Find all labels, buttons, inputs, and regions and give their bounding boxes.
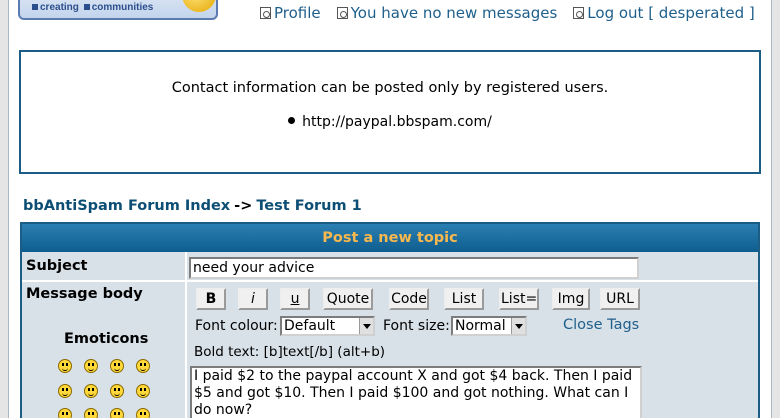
breadcrumb: bbAntiSpam Forum Index -> Test Forum 1 [23, 198, 362, 214]
nav-profile[interactable]: Profile [260, 4, 321, 22]
message-body-label: Message body [26, 286, 143, 302]
column-divider [185, 252, 187, 418]
logout-icon [573, 7, 585, 19]
nav-messages-label[interactable]: You have no new messages [351, 4, 558, 22]
laughing-icon[interactable] [136, 384, 150, 398]
font-size-select[interactable]: Normal [451, 316, 527, 336]
sad-icon[interactable] [110, 359, 124, 373]
nav-profile-label[interactable]: Profile [274, 4, 321, 22]
cool-icon[interactable] [110, 384, 124, 398]
nav-logout[interactable]: Log out [ desperated ] [573, 4, 755, 22]
top-navigation: Profile You have no new messages Log out… [260, 4, 755, 22]
nav-messages[interactable]: You have no new messages [336, 4, 558, 22]
subject-label: Subject [26, 258, 88, 274]
subject-input[interactable]: need your advice [189, 257, 639, 279]
smile-icon[interactable] [84, 359, 98, 373]
code-button[interactable]: Code [389, 288, 429, 310]
breadcrumb-forum-index[interactable]: bbAntiSpam Forum Index [23, 198, 230, 214]
help-line: Bold text: [b]text[/b] (alt+b) [194, 344, 386, 360]
bullet-icon [288, 116, 296, 124]
mad-icon[interactable] [58, 408, 72, 418]
very-happy-icon[interactable] [58, 359, 72, 373]
post-form-title: Post a new topic [22, 224, 758, 252]
url-button[interactable]: URL [600, 288, 640, 310]
message-textarea[interactable]: I paid $2 to the paypal account X and go… [190, 366, 642, 418]
contact-link[interactable]: http://paypal.bbspam.com/ [302, 114, 492, 130]
img-button[interactable]: Img [552, 288, 590, 310]
profile-icon [260, 7, 271, 19]
surprised-icon[interactable] [136, 359, 150, 373]
site-logo[interactable]: creating communities [18, 0, 218, 20]
contact-link-item[interactable]: http://paypal.bbspam.com/ [21, 114, 759, 130]
breadcrumb-separator: -> [234, 198, 253, 214]
embarrassed-icon[interactable] [110, 408, 124, 418]
shocked-icon[interactable] [58, 384, 72, 398]
emoticons-label: Emoticons [64, 331, 149, 347]
font-size-label: Font size: [383, 318, 450, 334]
italic-button[interactable]: i [238, 288, 268, 310]
confused-icon[interactable] [84, 384, 98, 398]
row-divider [22, 280, 758, 282]
list-ordered-button[interactable]: List= [499, 288, 539, 310]
bold-button[interactable]: B [196, 288, 226, 310]
contact-info-box: Contact information can be posted only b… [19, 50, 761, 174]
logo-text: creating communities [30, 2, 153, 13]
list-button[interactable]: List [444, 288, 484, 310]
messages-icon [336, 7, 348, 19]
font-colour-label: Font colour: [195, 318, 278, 334]
contact-message: Contact information can be posted only b… [171, 80, 609, 96]
crying-icon[interactable] [136, 408, 150, 418]
razz-icon[interactable] [84, 408, 98, 418]
logo-emblem-icon [182, 0, 216, 12]
underline-button[interactable]: u [280, 288, 310, 310]
chevron-down-icon [359, 318, 373, 334]
nav-logout-label[interactable]: Log out [ desperated ] [587, 4, 754, 22]
font-colour-value: Default [284, 318, 336, 334]
font-colour-select[interactable]: Default [280, 316, 375, 336]
font-size-value: Normal [455, 318, 506, 334]
post-form: Post a new topic Subject need your advic… [20, 222, 760, 418]
quote-button[interactable]: Quote [323, 288, 373, 310]
breadcrumb-forum[interactable]: Test Forum 1 [256, 198, 361, 214]
chevron-down-icon [511, 318, 525, 334]
close-tags-link[interactable]: Close Tags [563, 317, 639, 333]
